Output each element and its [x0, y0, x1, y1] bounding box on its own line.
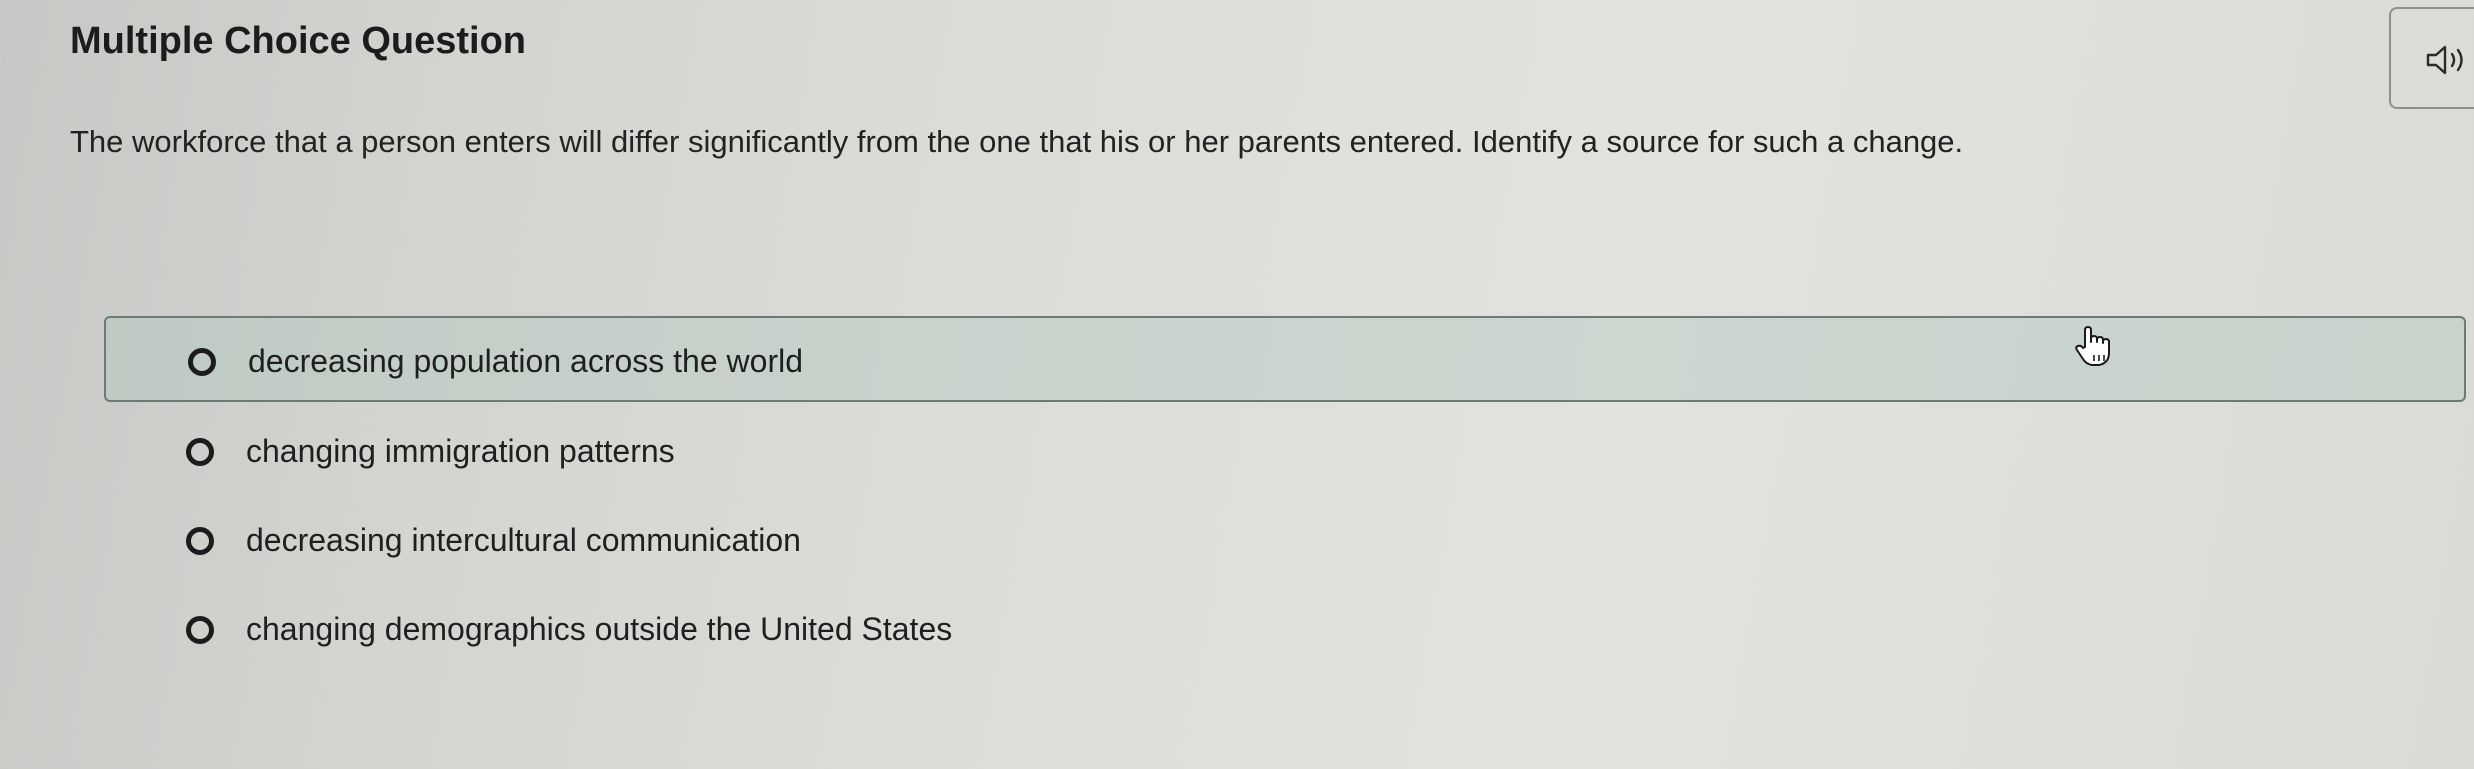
radio-button[interactable]: [186, 616, 214, 644]
radio-button[interactable]: [186, 438, 214, 466]
page-title: Multiple Choice Question: [70, 20, 527, 62]
speaker-icon: [2426, 45, 2463, 75]
read-aloud-button[interactable]: [2389, 7, 2474, 109]
answer-option[interactable]: changing demographics outside the United…: [104, 586, 2466, 672]
question-text: The workforce that a person enters will …: [70, 124, 1964, 159]
radio-button[interactable]: [186, 527, 214, 555]
answer-option-label: decreasing intercultural communication: [246, 522, 801, 558]
answer-option[interactable]: decreasing intercultural communication: [104, 497, 2466, 583]
answer-option-label: changing immigration patterns: [246, 433, 675, 469]
answer-option[interactable]: changing immigration patterns: [104, 408, 2466, 494]
hand-pointer-cursor-icon: [2075, 326, 2110, 366]
answer-option-label: decreasing population across the world: [248, 343, 803, 379]
answer-option-label: changing demographics outside the United…: [246, 611, 953, 647]
radio-button[interactable]: [188, 348, 216, 376]
